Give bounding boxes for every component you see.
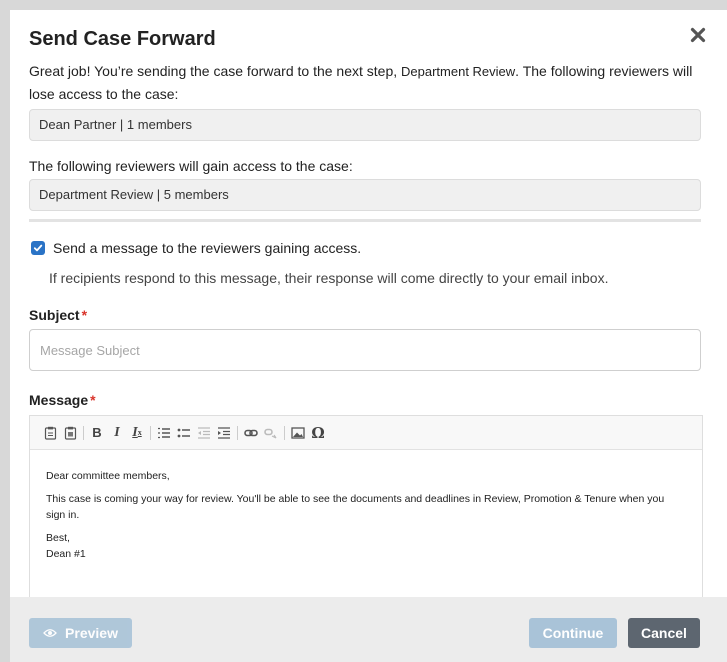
numbered-list-button[interactable] xyxy=(154,422,174,444)
italic-button[interactable]: I xyxy=(107,422,127,444)
paste-text-button[interactable] xyxy=(60,422,80,444)
image-button[interactable] xyxy=(288,422,308,444)
preview-button-label: Preview xyxy=(65,625,118,641)
outdent-button[interactable] xyxy=(194,422,214,444)
numbered-list-icon xyxy=(158,427,170,438)
paste-icon xyxy=(44,426,56,440)
send-message-helper: If recipients respond to this message, t… xyxy=(49,270,609,286)
send-message-row: Send a message to the reviewers gaining … xyxy=(29,238,701,258)
section-divider xyxy=(29,219,701,222)
italic-icon: I xyxy=(114,424,120,440)
send-case-forward-modal: Send Case Forward Great job! You’re send… xyxy=(10,10,727,662)
eye-icon xyxy=(43,628,57,638)
required-marker: * xyxy=(90,392,96,408)
checkmark-icon xyxy=(33,244,43,252)
cancel-button[interactable]: Cancel xyxy=(628,618,700,648)
unlink-icon xyxy=(264,428,277,439)
gain-access-field: Department Review | 5 members xyxy=(29,179,701,211)
message-label: Message * xyxy=(29,391,701,409)
intro-step-name: Department Review xyxy=(401,64,516,79)
intro-part1: Great job! You’re sending the case forwa… xyxy=(29,63,402,79)
subject-input[interactable] xyxy=(29,329,701,371)
special-char-button[interactable]: Ω xyxy=(308,422,328,444)
lose-access-field: Dean Partner | 1 members xyxy=(29,109,701,141)
outdent-icon xyxy=(198,426,210,439)
indent-button[interactable] xyxy=(214,422,234,444)
toolbar-separator xyxy=(83,425,84,440)
editor-content-area[interactable]: Dear committee members, This case is com… xyxy=(30,450,702,610)
bulleted-list-icon xyxy=(177,428,190,437)
link-button[interactable] xyxy=(241,422,261,444)
close-button[interactable] xyxy=(685,22,711,48)
message-signature: Dean #1 xyxy=(46,548,86,560)
message-paragraph: This case is coming your way for review.… xyxy=(46,493,665,521)
modal-header: Send Case Forward xyxy=(29,27,719,55)
paste-text-icon xyxy=(64,426,76,440)
message-greeting: Dear committee members, xyxy=(46,470,170,482)
gain-access-label: The following reviewers will gain access… xyxy=(29,158,353,174)
message-editor: B I Ix Ω Dear committee members, This ca… xyxy=(29,415,703,610)
link-icon xyxy=(244,429,258,436)
remove-format-button[interactable]: Ix xyxy=(127,422,147,444)
bold-icon: B xyxy=(92,425,102,440)
message-label-text: Message xyxy=(29,392,89,408)
bulleted-list-button[interactable] xyxy=(174,422,194,444)
subject-label: Subject * xyxy=(29,306,701,324)
subject-label-text: Subject xyxy=(29,307,80,323)
editor-toolbar: B I Ix Ω xyxy=(30,416,702,450)
modal-footer: Preview Continue Cancel xyxy=(10,597,727,662)
image-icon xyxy=(291,426,305,439)
bold-button[interactable]: B xyxy=(87,422,107,444)
intro-text: Great job! You’re sending the case forwa… xyxy=(29,60,701,105)
toolbar-separator xyxy=(284,425,285,440)
toolbar-separator xyxy=(150,425,151,440)
unlink-button[interactable] xyxy=(261,422,281,444)
close-icon xyxy=(690,27,706,43)
message-closing: Best, xyxy=(46,532,70,544)
modal-body: Great job! You’re sending the case forwa… xyxy=(29,60,703,610)
toolbar-separator xyxy=(237,425,238,440)
indent-icon xyxy=(218,426,230,439)
send-message-label: Send a message to the reviewers gaining … xyxy=(53,240,362,256)
modal-title: Send Case Forward xyxy=(29,28,216,50)
required-marker: * xyxy=(81,307,88,323)
paste-button[interactable] xyxy=(40,422,60,444)
send-message-checkbox[interactable] xyxy=(31,241,45,255)
preview-button[interactable]: Preview xyxy=(29,618,132,648)
special-char-icon: Ω xyxy=(311,423,325,442)
continue-button[interactable]: Continue xyxy=(529,618,617,648)
